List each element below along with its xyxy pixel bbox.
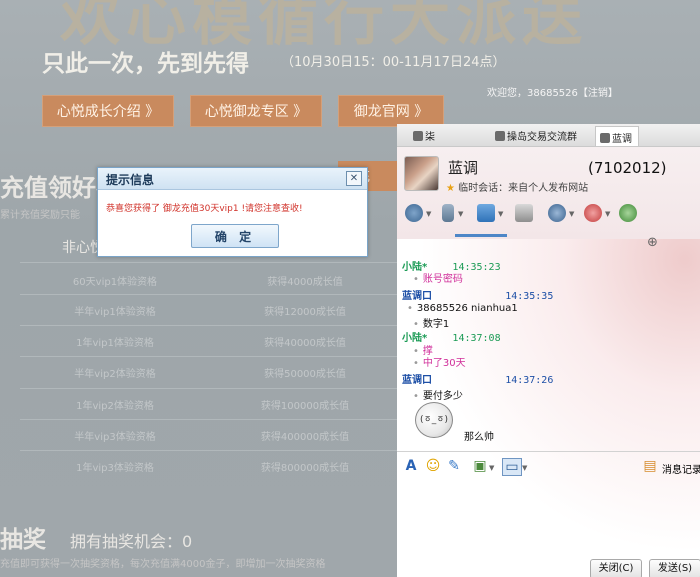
chevron-down-icon[interactable]: ▼	[489, 464, 494, 472]
yulong-zone-button[interactable]: 心悦御龙专区 》	[190, 95, 322, 127]
growth-intro-button[interactable]: 心悦成长介绍 》	[42, 95, 174, 127]
lottery-title: 抽奖	[0, 527, 46, 553]
message-time: 14:37:26	[505, 375, 554, 386]
row-reward: 获得4000成长值	[267, 277, 343, 288]
input-divider	[397, 451, 700, 452]
chat-icon	[600, 133, 610, 143]
lottery-chances: 拥有抽奖机会：0	[70, 532, 193, 551]
message-line: • 要付多少	[413, 391, 463, 402]
recharge-section-sub: 累计充值奖励只能	[0, 210, 80, 221]
tab-chat-active[interactable]: 蓝调	[595, 126, 639, 146]
chat-window: 柒 操岛交易交流群 蓝调 蓝调 (7102012) ★ 临时会话：来自个人发布网…	[397, 124, 700, 577]
tab-group-chat[interactable]: 操岛交易交流群	[495, 128, 577, 143]
message-input[interactable]	[397, 480, 700, 560]
message-time: 14:37:08	[452, 333, 501, 344]
input-toolbar: A ☺ ✎ ▣ ▼ ▭ ▼ ▤ 消息记录	[397, 455, 700, 479]
message-line: • 38685526 nianhua1	[407, 303, 518, 314]
call-toolbar: ▼ ▼ ▼ ▼ ▼	[397, 202, 700, 228]
table-divider	[20, 262, 397, 263]
table-row: 半年vip3体验资格 获得400000成长值	[0, 420, 397, 451]
tab-chat-1[interactable]: 柒	[413, 128, 435, 143]
message-line: • 账号密码	[413, 274, 463, 285]
row-reward: 获得12000成长值	[264, 307, 346, 318]
avatar[interactable]	[404, 156, 439, 191]
ok-button[interactable]: 确 定	[191, 224, 279, 248]
row-tier: 60天vip1体验资格	[72, 277, 158, 288]
row-tier: 1年vip2体验资格	[76, 401, 154, 412]
tab-label: 柒	[425, 132, 435, 143]
tab-label: 蓝调	[612, 134, 632, 145]
promo-slogan: 只此一次，先到先得	[42, 51, 249, 77]
alert-dialog: 提示信息 ✕ 恭喜您获得了 御龙充值30天vip1 !请您注意查收! 确 定	[97, 167, 368, 257]
star-icon: ★	[446, 183, 455, 194]
row-reward: 获得50000成长值	[264, 369, 346, 380]
chevron-down-icon[interactable]: ▼	[426, 210, 431, 218]
image-icon[interactable]: ▣	[472, 458, 488, 474]
message-header: 蓝调口 14:35:35	[402, 287, 553, 302]
message-time: 14:35:35	[505, 291, 554, 302]
table-row: 1年vip3体验资格 获得800000成长值	[0, 451, 397, 482]
table-row: 60天vip1体验资格 获得4000成长值	[0, 265, 397, 296]
chevron-down-icon[interactable]: ▼	[458, 210, 463, 218]
tab-label: 操岛交易交流群	[507, 132, 577, 143]
row-tier: 半年vip1体验资格	[74, 307, 156, 318]
lottery-note: 充值即可获得一次抽奖资格，每次充值满4000金子，即增加一次抽奖资格	[0, 559, 326, 570]
meme-image[interactable]: (ㆆ_ㆆ)	[415, 402, 453, 438]
message-record-link[interactable]: 消息记录	[662, 461, 700, 476]
message-line: • 中了30天	[413, 358, 466, 369]
session-status-text: 临时会话：来自个人发布网站	[458, 183, 589, 194]
row-tier: 半年vip2体验资格	[74, 369, 156, 380]
close-icon[interactable]: ✕	[346, 171, 362, 186]
video-call-icon[interactable]	[405, 204, 423, 222]
row-tier: 1年vip3体验资格	[76, 463, 154, 474]
group-icon	[495, 131, 505, 141]
table-row: 1年vip1体验资格 获得40000成长值	[0, 326, 397, 357]
chevron-down-icon[interactable]: ▼	[605, 210, 610, 218]
message-line: 那么帅	[464, 432, 494, 443]
screenshot-icon[interactable]: ▭	[502, 458, 522, 476]
block-icon[interactable]	[584, 204, 602, 222]
remote-assist-icon[interactable]	[515, 204, 533, 222]
close-button[interactable]: 关闭(C)	[590, 559, 642, 577]
welcome-text[interactable]: 欢迎您，38685526【注销】	[487, 84, 618, 99]
yulong-official-button[interactable]: 御龙官网 》	[338, 95, 444, 127]
row-reward: 获得800000成长值	[260, 463, 350, 474]
emoji-icon[interactable]: ☺	[425, 458, 441, 474]
row-reward: 获得100000成长值	[260, 401, 350, 412]
table-row: 半年vip1体验资格 获得12000成长值	[0, 295, 397, 326]
contact-id: (7102012)	[588, 159, 667, 177]
message-sender: 蓝调口	[402, 291, 432, 302]
table-row: 半年vip2体验资格 获得50000成长值	[0, 357, 397, 388]
dialog-titlebar[interactable]: 提示信息 ✕	[98, 168, 367, 190]
dialog-title: 提示信息	[106, 173, 155, 187]
scroll-indicator	[455, 234, 507, 237]
chevron-down-icon[interactable]: ▼	[569, 210, 574, 218]
history-icon[interactable]: ▤	[642, 458, 658, 474]
session-status: ★ 临时会话：来自个人发布网站	[446, 179, 588, 194]
dialog-message: 恭喜您获得了 御龙充值30天vip1 !请您注意查收!	[106, 204, 303, 214]
send-button[interactable]: 发送(S)	[649, 559, 700, 577]
message-header: 蓝调口 14:37:26	[402, 371, 553, 386]
promo-date-range: （10月30日15：00-11月17日24点）	[281, 55, 506, 70]
chat-tabbar: 柒 操岛交易交流群 蓝调	[397, 124, 700, 147]
row-tier: 半年vip3体验资格	[74, 432, 156, 443]
table-row: 1年vip2体验资格 获得100000成长值	[0, 389, 397, 420]
voice-call-icon[interactable]	[442, 204, 454, 222]
row-tier: 1年vip1体验资格	[76, 338, 154, 349]
chevron-down-icon[interactable]: ▼	[522, 464, 527, 472]
contact-name: 蓝调	[448, 159, 479, 177]
row-reward: 获得40000成长值	[264, 338, 346, 349]
message-line: • 数字1	[413, 319, 450, 330]
row-reward: 获得400000成长值	[260, 432, 350, 443]
send-bar: 关闭(C) 发送(S)	[397, 557, 700, 577]
zoom-icon[interactable]: ⊕	[647, 235, 661, 250]
add-contact-icon[interactable]	[548, 204, 566, 222]
invite-icon[interactable]	[619, 204, 637, 222]
magic-expression-icon[interactable]: ✎	[446, 458, 462, 474]
message-sender: 蓝调口	[402, 375, 432, 386]
chevron-down-icon[interactable]: ▼	[498, 210, 503, 218]
font-icon[interactable]: A	[403, 458, 419, 474]
chat-icon	[413, 131, 423, 141]
file-transfer-icon[interactable]	[477, 204, 495, 222]
